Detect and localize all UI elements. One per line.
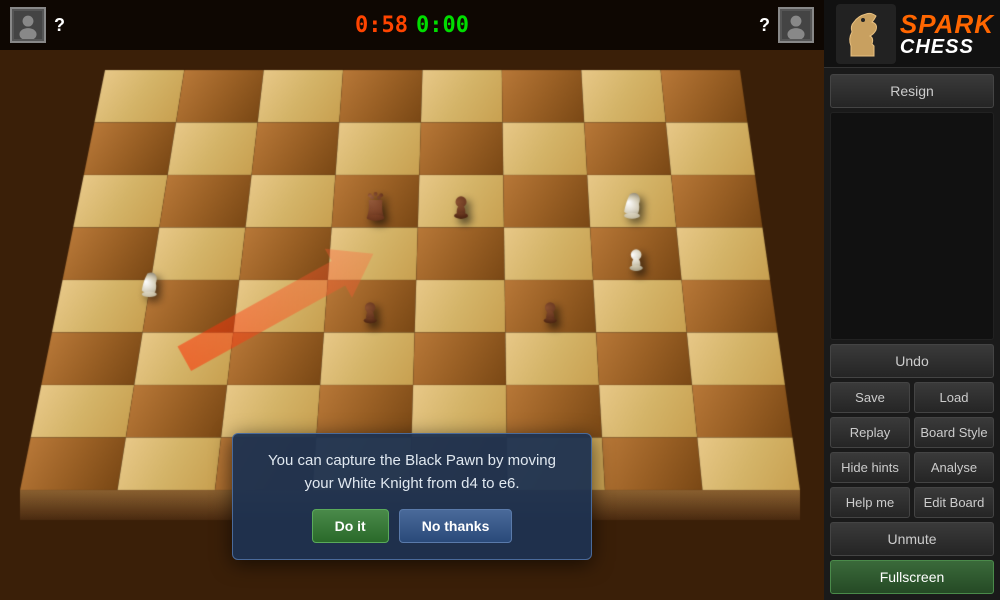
move-history-panel — [830, 112, 994, 340]
player2-name: ? — [759, 15, 770, 36]
board-style-button[interactable]: Board Style — [914, 417, 994, 448]
replay-boardstyle-row: Replay Board Style — [830, 417, 994, 448]
sidebar-content: Resign Undo Save Load Replay Board Style… — [824, 68, 1000, 600]
sidebar: SPARK CHESS Resign Undo Save Load Replay… — [824, 0, 1000, 600]
hide-hints-button[interactable]: Hide hints — [830, 452, 910, 483]
resign-button[interactable]: Resign — [830, 74, 994, 108]
chess-area: ? 0:58 0:00 ? You can capture the Blac — [0, 0, 824, 600]
spark-header: SPARK CHESS — [824, 0, 1000, 68]
top-bar: ? 0:58 0:00 ? — [0, 0, 824, 50]
load-button[interactable]: Load — [914, 382, 994, 413]
spark-title-text: SPARK CHESS — [900, 11, 994, 57]
help-edit-row: Help me Edit Board — [830, 487, 994, 518]
player2-avatar — [778, 7, 814, 43]
dialog-buttons: Do it No thanks — [253, 509, 571, 543]
analyse-button[interactable]: Analyse — [914, 452, 994, 483]
undo-button[interactable]: Undo — [830, 344, 994, 378]
player1-name: ? — [54, 15, 65, 36]
player1-avatar — [10, 7, 46, 43]
save-load-row: Save Load — [830, 382, 994, 413]
edit-board-button[interactable]: Edit Board — [914, 487, 994, 518]
unmute-button[interactable]: Unmute — [830, 522, 994, 556]
do-it-button[interactable]: Do it — [312, 509, 389, 543]
no-thanks-button[interactable]: No thanks — [399, 509, 513, 543]
hint-message: You can capture the Black Pawn by moving… — [253, 450, 571, 495]
player2-info: ? — [759, 7, 814, 43]
save-button[interactable]: Save — [830, 382, 910, 413]
replay-button[interactable]: Replay — [830, 417, 910, 448]
chess-text: CHESS — [900, 37, 974, 57]
player1-info: ? — [10, 7, 65, 43]
timer-red: 0:58 — [355, 13, 408, 38]
spark-text: SPARK — [900, 11, 994, 37]
spark-logo-area: SPARK CHESS — [836, 4, 994, 64]
hints-analyse-row: Hide hints Analyse — [830, 452, 994, 483]
fullscreen-button[interactable]: Fullscreen — [830, 560, 994, 594]
timer-green: 0:00 — [416, 13, 469, 38]
help-me-button[interactable]: Help me — [830, 487, 910, 518]
hint-dialog: You can capture the Black Pawn by moving… — [232, 433, 592, 560]
timers: 0:58 0:00 — [355, 13, 469, 38]
game-container: ? 0:58 0:00 ? You can capture the Blac — [0, 0, 1000, 600]
knight-icon — [836, 4, 896, 64]
